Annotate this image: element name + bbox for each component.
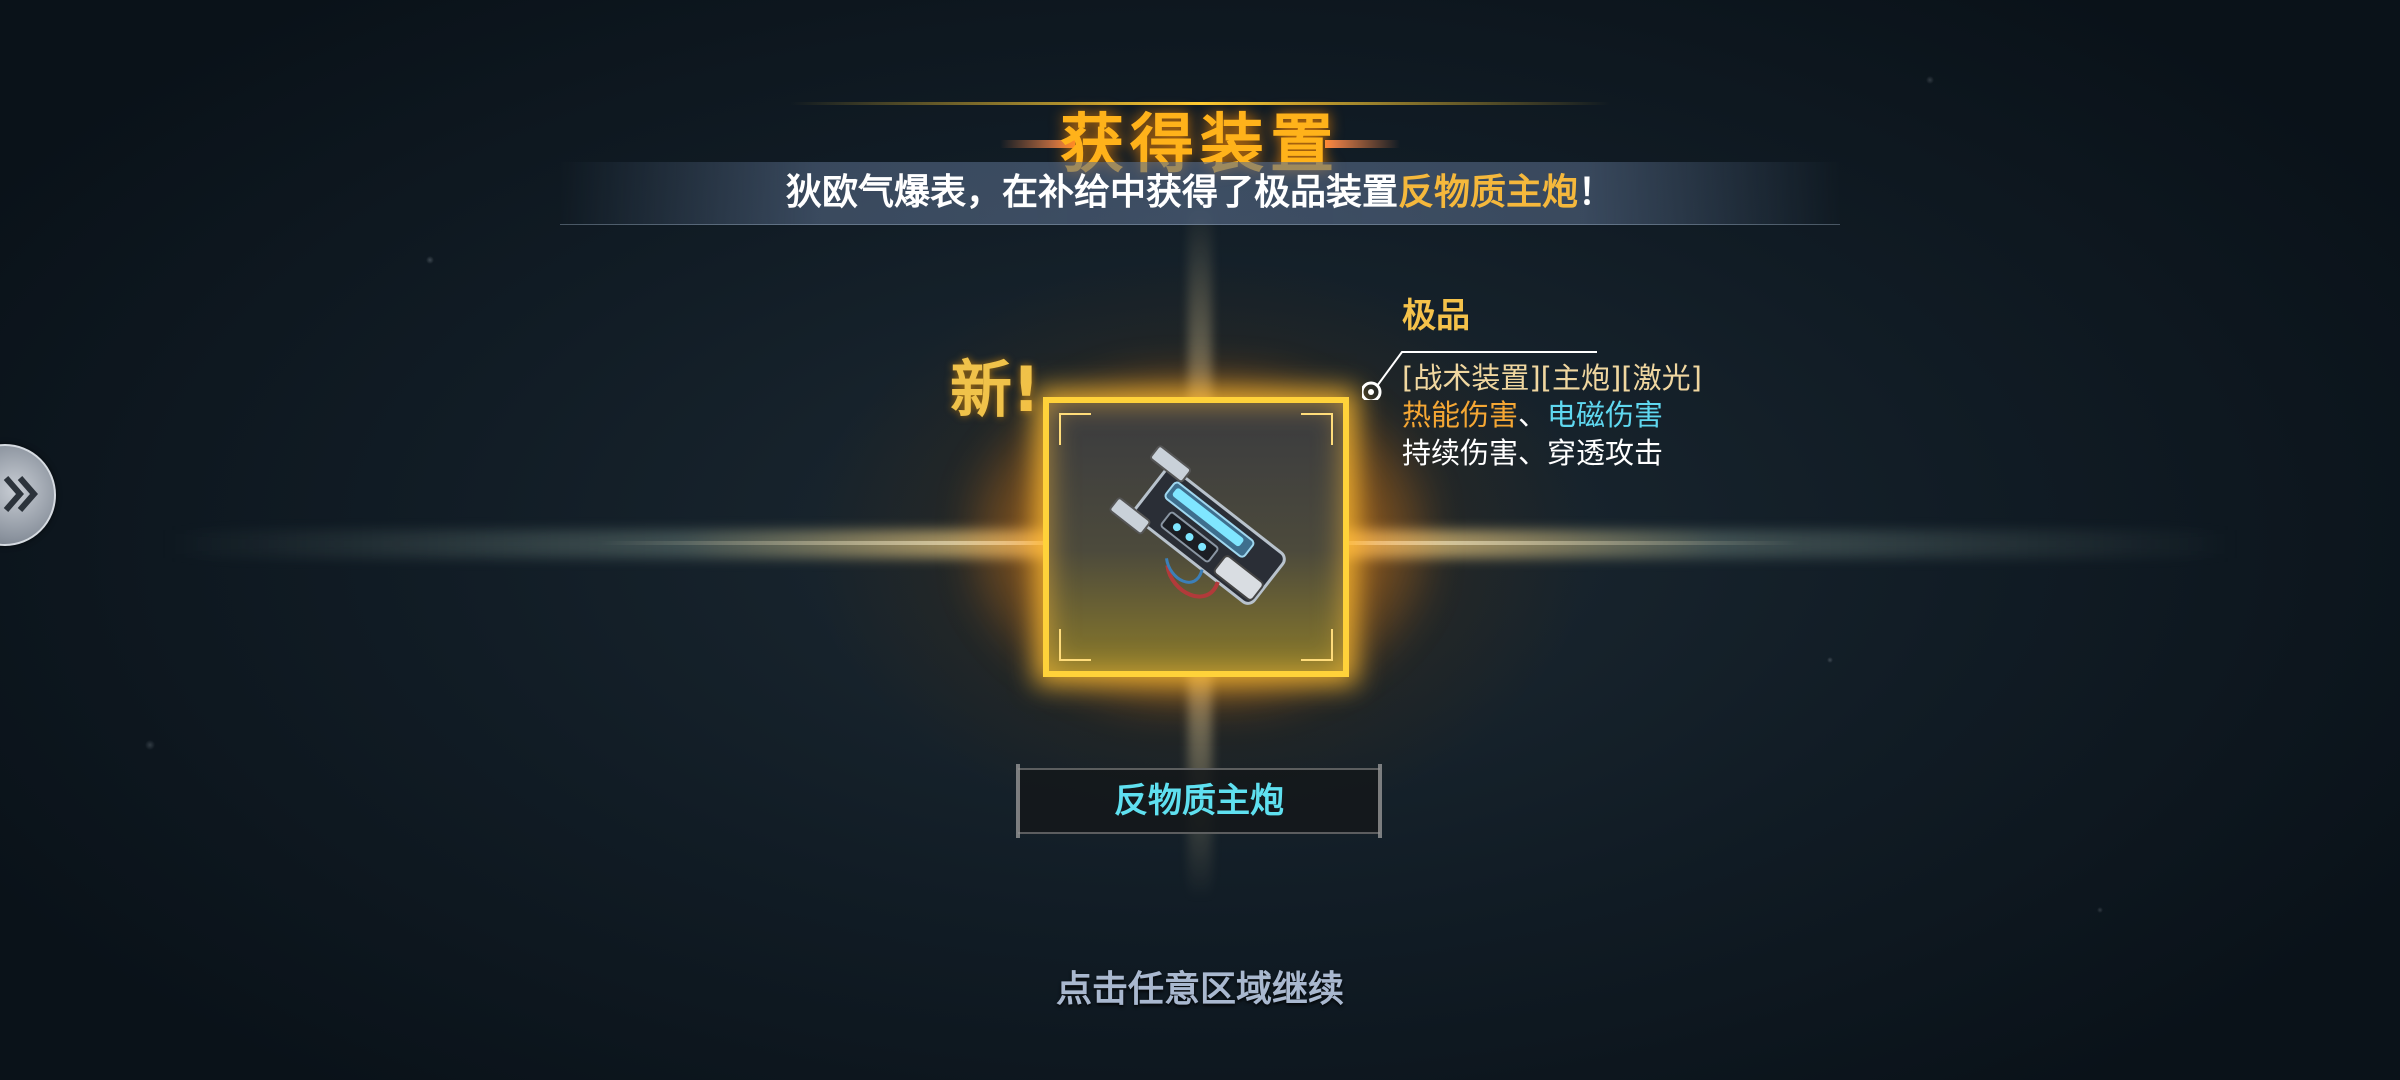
- announcement-suffix: ！: [1578, 172, 1615, 213]
- announcement-item-name: 反物质主炮: [1397, 172, 1578, 213]
- antimatter-cannon-icon: [1109, 445, 1286, 605]
- item-tags: [战术装置][主炮][激光]: [1402, 361, 1702, 395]
- reward-screen[interactable]: 获得装置 狄欧气爆表，在补给中获得了极品装置反物质主炮！ 新! 极品 [战术装置…: [0, 0, 2400, 1080]
- card-corner: [1059, 413, 1091, 445]
- card-corner: [1301, 629, 1333, 661]
- continue-hint[interactable]: 点击任意区域继续: [900, 962, 1500, 1018]
- card-corner: [1301, 413, 1333, 445]
- damage-separator: 、: [1518, 398, 1548, 432]
- damage-type-thermal: 热能伤害: [1402, 398, 1519, 432]
- title-divider: [790, 102, 1610, 105]
- item-card[interactable]: [1043, 397, 1349, 677]
- double-chevron-right-icon: [3, 476, 38, 512]
- item-nameplate: 反物质主炮: [1016, 764, 1382, 838]
- new-badge: 新!: [950, 353, 1041, 426]
- announcement-prefix: 狄欧气爆表，在补给中获得了极品装置: [785, 172, 1398, 213]
- item-damage-types: 热能伤害、电磁伤害: [1402, 396, 1663, 434]
- item-effects: 持续伤害、穿透攻击: [1402, 436, 1664, 470]
- announcement-text: 狄欧气爆表，在补给中获得了极品装置反物质主炮！: [560, 162, 1840, 224]
- card-corner: [1059, 629, 1091, 661]
- item-name: 反物质主炮: [1114, 781, 1284, 821]
- damage-type-em: 电磁伤害: [1547, 398, 1664, 432]
- item-grade: 极品: [1402, 296, 1470, 336]
